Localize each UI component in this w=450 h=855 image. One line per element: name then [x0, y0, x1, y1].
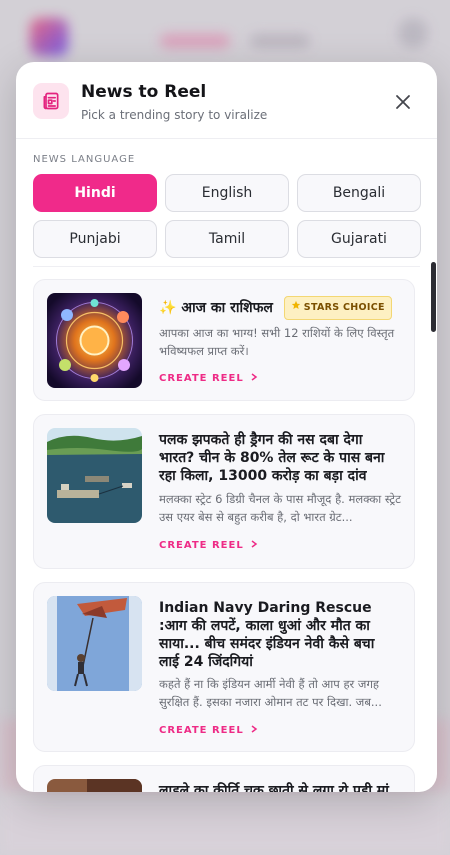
chevron-right-icon: [250, 540, 258, 551]
chevron-right-icon: [250, 373, 258, 384]
chevron-right-icon: [250, 725, 258, 736]
story-thumbnail: [47, 293, 142, 388]
language-option-hindi[interactable]: Hindi: [33, 174, 157, 212]
story-list: ✨ आज का राशिफल STARS CHOICE आपका आज का भ…: [33, 279, 415, 792]
story-thumbnail: [47, 779, 142, 792]
story-title: पलक झपकते ही ड्रैगन की नस दबा देगा भारत?…: [159, 432, 385, 484]
story-card[interactable]: पलक झपकते ही ड्रैगन की नस दबा देगा भारत?…: [33, 414, 415, 569]
modal-header: News to Reel Pick a trending story to vi…: [16, 62, 437, 139]
story-card[interactable]: Indian Navy Daring Rescue :आग की लपटें, …: [33, 582, 415, 752]
modal-title: News to Reel: [81, 82, 207, 102]
create-reel-button[interactable]: CREATE REEL: [159, 373, 258, 384]
news-language-label: NEWS LANGUAGE: [33, 154, 136, 165]
story-thumbnail: [47, 428, 142, 523]
scrollbar[interactable]: [431, 262, 436, 332]
story-description: कहते हैं ना कि इंडियन आर्मी नेवी हैं तो …: [159, 677, 382, 709]
close-icon[interactable]: [391, 90, 415, 114]
modal-subtitle: Pick a trending story to viralize: [81, 108, 268, 122]
star-icon: [291, 299, 301, 317]
language-option-english[interactable]: English: [165, 174, 289, 212]
story-card[interactable]: ✨ आज का राशिफल STARS CHOICE आपका आज का भ…: [33, 279, 415, 401]
language-option-gujarati[interactable]: Gujarati: [297, 220, 421, 258]
language-option-tamil[interactable]: Tamil: [165, 220, 289, 258]
language-option-bengali[interactable]: Bengali: [297, 174, 421, 212]
language-option-punjabi[interactable]: Punjabi: [33, 220, 157, 258]
story-title: ✨ आज का राशिफल STARS CHOICE: [159, 296, 399, 320]
divider: [33, 266, 420, 267]
stars-choice-badge: STARS CHOICE: [283, 296, 392, 320]
sparkle-icon: ✨: [159, 300, 177, 316]
newspaper-icon: [33, 83, 69, 119]
story-description: आपका आज का भाग्य! सभी 12 राशियों के लिए …: [159, 326, 395, 358]
story-card[interactable]: लाडले का कीर्ति चक्र छाती से लगा रो पड़ी…: [33, 765, 415, 792]
language-selector: Hindi English Bengali Punjabi Tamil Guja…: [33, 174, 421, 258]
create-reel-button[interactable]: CREATE REEL: [159, 540, 258, 551]
news-to-reel-modal: News to Reel Pick a trending story to vi…: [16, 62, 437, 792]
story-title: Indian Navy Daring Rescue :आग की लपटें, …: [159, 600, 375, 670]
story-description: मलक्का स्ट्रेट 6 डिग्री चैनल के पास मौजू…: [159, 492, 401, 524]
story-title-text: आज का राशिफल: [181, 300, 273, 316]
create-reel-button[interactable]: CREATE REEL: [159, 725, 258, 736]
story-thumbnail: [47, 596, 142, 691]
story-title: लाडले का कीर्ति चक्र छाती से लगा रो पड़ी…: [159, 783, 389, 792]
